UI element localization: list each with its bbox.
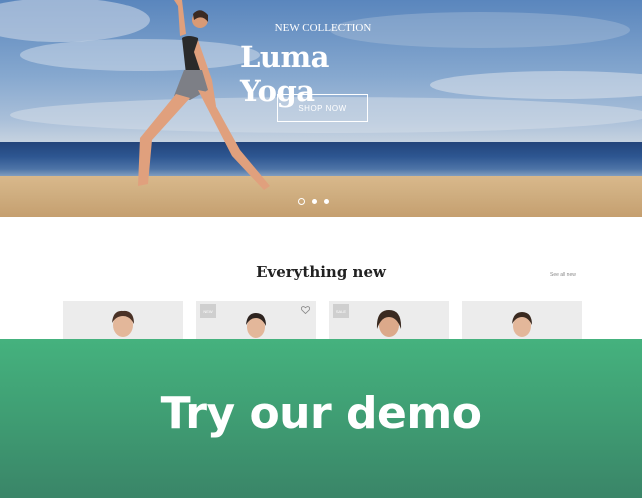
- carousel-dot[interactable]: [324, 199, 329, 204]
- carousel-dot[interactable]: [312, 199, 317, 204]
- section-heading: Everything new: [256, 263, 386, 281]
- heart-icon[interactable]: [301, 306, 310, 314]
- product-badge: SALE: [333, 304, 349, 318]
- see-all-link[interactable]: See all new: [550, 272, 576, 278]
- hero-eyebrow: NEW COLLECTION: [274, 22, 372, 34]
- try-demo-label[interactable]: Try our demo: [161, 388, 482, 439]
- carousel-dots: [298, 198, 329, 205]
- shop-now-button[interactable]: SHOP NOW: [277, 94, 368, 122]
- try-demo-banner[interactable]: Try our demo: [0, 339, 642, 498]
- hero-banner: NEW COLLECTION Luma Yoga SHOP NOW: [0, 0, 642, 217]
- carousel-dot[interactable]: [298, 198, 305, 205]
- product-badge: NEW: [200, 304, 216, 318]
